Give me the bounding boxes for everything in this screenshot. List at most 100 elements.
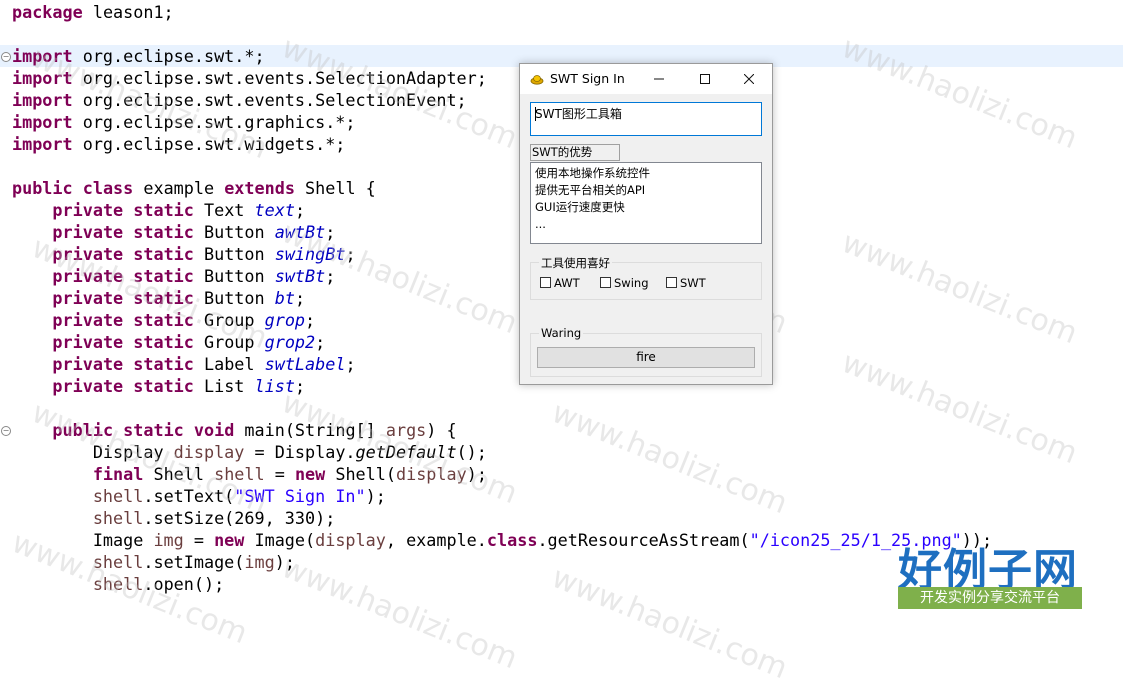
checkbox-box[interactable]: [600, 277, 611, 288]
code-line-text: final Shell shell = new Shell(display);: [12, 463, 487, 485]
code-token: .open();: [143, 574, 225, 594]
swt-dialog-window[interactable]: SWT Sign In SWT图形工具箱 SWT的优势 使用本地操作系统控件 提…: [519, 63, 773, 385]
code-token: Shell {: [294, 178, 376, 198]
code-token: ;: [345, 244, 356, 264]
code-token: main(String[]: [234, 420, 386, 440]
code-token: ;: [294, 376, 306, 396]
minimize-button[interactable]: [636, 64, 682, 94]
site-logo: 好例子网 开发实例分享交流平台: [898, 538, 1084, 612]
code-token: Button: [193, 266, 275, 286]
code-token: public: [12, 178, 73, 198]
code-token: private: [52, 266, 124, 286]
code-line[interactable]: final Shell shell = new Shell(display);: [0, 463, 1123, 485]
code-token: );: [466, 464, 487, 484]
code-token: static: [133, 310, 194, 330]
code-token: private: [52, 332, 124, 352]
code-token: private: [52, 354, 124, 374]
code-line-text: import org.eclipse.swt.events.SelectionA…: [12, 67, 487, 89]
group-title: Waring: [539, 326, 584, 340]
checkbox-box[interactable]: [666, 277, 677, 288]
code-token: extends: [224, 178, 295, 198]
code-token: package: [12, 2, 83, 22]
code-line-text: private static List list;: [12, 375, 305, 397]
code-token: Shell(: [325, 464, 396, 484]
code-line-text: package leason1;: [12, 1, 174, 23]
code-line-text: private static Group grop2;: [12, 331, 325, 353]
code-token: ;: [294, 288, 306, 308]
checkbox-box[interactable]: [540, 277, 551, 288]
code-token: Image: [12, 530, 154, 550]
code-token: static: [133, 332, 194, 352]
code-line[interactable]: [0, 23, 1123, 45]
code-token: Button: [193, 244, 275, 264]
code-line-text: private static Text text;: [12, 199, 305, 221]
advantages-list[interactable]: 使用本地操作系统控件 提供无平台相关的API GUI运行速度更快 ...: [530, 162, 762, 244]
code-token: static: [133, 376, 194, 396]
tool-preference-group: 工具使用喜好 AWT Swing SWT: [530, 255, 762, 300]
code-token: final: [92, 464, 144, 484]
code-token: ) {: [426, 420, 457, 440]
list-item[interactable]: GUI运行速度更快: [535, 199, 757, 216]
code-token: img: [244, 552, 275, 572]
code-token: new: [294, 464, 326, 484]
text-input[interactable]: SWT图形工具箱: [530, 102, 762, 136]
code-token: List: [193, 376, 255, 396]
code-line[interactable]: package leason1;: [0, 1, 1123, 23]
fire-button[interactable]: fire: [537, 347, 755, 368]
fold-collapse-icon[interactable]: −: [1, 52, 11, 62]
code-token: display: [395, 464, 467, 484]
awt-checkbox[interactable]: AWT: [540, 277, 580, 290]
code-token: import: [12, 46, 73, 66]
code-line-text: private static Group grop;: [12, 309, 315, 331]
code-line[interactable]: public static void main(String[] args) {…: [0, 419, 1123, 441]
code-token: shell: [92, 574, 144, 594]
list-item[interactable]: ...: [535, 216, 757, 233]
code-token: static: [133, 222, 194, 242]
code-line[interactable]: shell.setSize(269, 330);: [0, 507, 1123, 529]
code-token: import: [12, 112, 73, 132]
code-token: static: [133, 288, 194, 308]
code-token: grop2: [264, 332, 316, 352]
code-token: = Display.: [244, 442, 356, 462]
title-bar[interactable]: SWT Sign In: [520, 64, 772, 94]
swing-checkbox[interactable]: Swing: [600, 277, 649, 290]
minimize-icon: [654, 78, 664, 80]
fold-collapse-icon[interactable]: −: [1, 426, 11, 436]
code-line-text: import org.eclipse.swt.*;: [12, 45, 265, 67]
maximize-icon: [700, 74, 710, 84]
list-item[interactable]: 提供无平台相关的API: [535, 182, 757, 199]
list-item[interactable]: 使用本地操作系统控件: [535, 165, 757, 182]
code-line[interactable]: [0, 397, 1123, 419]
code-token: example: [133, 178, 225, 198]
code-token: static: [123, 420, 184, 440]
code-token: shell: [92, 552, 144, 572]
code-line[interactable]: Display display = Display.getDefault();: [0, 441, 1123, 463]
code-token: );: [365, 486, 386, 506]
code-token: Text: [193, 200, 255, 220]
code-line[interactable]: shell.setText("SWT Sign In");: [0, 485, 1123, 507]
code-token: );: [274, 552, 295, 572]
code-token: ;: [305, 310, 316, 330]
code-line-text: shell.open();: [12, 573, 224, 595]
warning-group: Waring fire: [530, 326, 762, 377]
window-title: SWT Sign In: [550, 71, 625, 86]
swt-checkbox[interactable]: SWT: [666, 277, 706, 290]
swt-label: SWT的优势: [530, 144, 620, 161]
text-input-value: SWT图形工具箱: [535, 107, 622, 121]
code-token: img: [153, 530, 184, 550]
code-token: org.eclipse.swt.events.SelectionAdapter;: [72, 68, 487, 88]
code-token: getDefault: [355, 442, 457, 462]
close-button[interactable]: [726, 64, 772, 94]
maximize-button[interactable]: [682, 64, 728, 94]
